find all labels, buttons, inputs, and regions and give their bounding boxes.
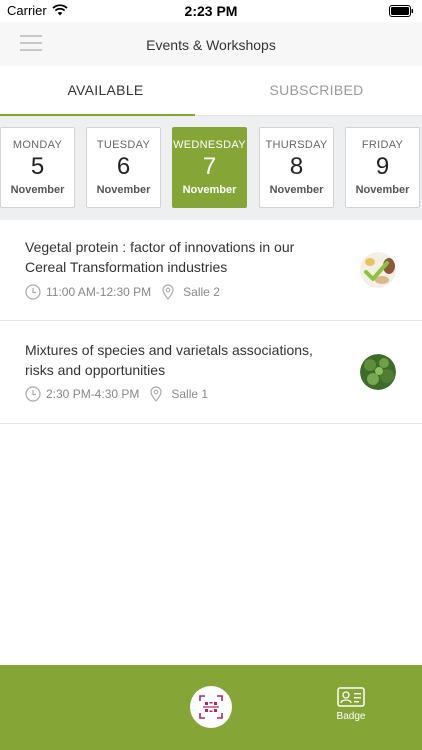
plants-thumbnail-icon xyxy=(360,354,396,390)
day-date: 6 xyxy=(116,153,131,180)
event-time: 2:30 PM-4:30 PM xyxy=(46,387,140,401)
day-card-wednesday[interactable]: WEDNESDAY 7 November xyxy=(172,127,247,208)
day-card-friday[interactable]: FRIDAY 9 November xyxy=(345,127,420,208)
day-date: 9 xyxy=(375,153,390,180)
day-weekday: THURSDAY xyxy=(265,139,328,151)
day-month: November xyxy=(355,184,410,196)
day-month: November xyxy=(182,184,237,196)
food-protein-thumbnail-icon xyxy=(360,252,396,288)
day-weekday: TUESDAY xyxy=(96,139,151,151)
day-month: November xyxy=(96,184,151,196)
event-title: Vegetal protein : factor of innovations … xyxy=(25,239,295,275)
badge-tab[interactable]: Badge xyxy=(322,687,380,722)
event-meta: 11:00 AM-12:30 PM Salle 2 xyxy=(25,284,220,300)
day-selector: MONDAY 5 November TUESDAY 6 November WED… xyxy=(0,116,422,220)
tab-available[interactable]: AVAILABLE xyxy=(0,66,211,116)
segment-tabs: AVAILABLE SUBSCRIBED xyxy=(0,66,422,116)
day-date: 5 xyxy=(30,153,45,180)
qr-code-icon xyxy=(199,695,223,719)
day-weekday: WEDNESDAY xyxy=(173,139,246,151)
day-month: November xyxy=(269,184,324,196)
clock-time: 2:23 PM xyxy=(184,3,238,19)
event-location: Salle 2 xyxy=(183,285,220,299)
day-weekday: FRIDAY xyxy=(361,139,404,151)
page-title: Events & Workshops xyxy=(146,37,276,53)
location-pin-icon xyxy=(150,386,162,402)
event-time: 11:00 AM-12:30 PM xyxy=(46,285,152,299)
event-list-item[interactable]: Mixtures of species and varietals associ… xyxy=(0,321,422,424)
badge-tab-label: Badge xyxy=(336,711,366,722)
location-pin-icon xyxy=(162,284,174,300)
bottom-tab-bar: Badge xyxy=(0,665,422,750)
day-card-thursday[interactable]: THURSDAY 8 November xyxy=(259,127,334,208)
event-title: Mixtures of species and varietals associ… xyxy=(25,342,313,378)
clock-icon xyxy=(25,284,41,300)
day-month: November xyxy=(10,184,65,196)
battery-icon xyxy=(389,5,414,17)
day-card-tuesday[interactable]: TUESDAY 6 November xyxy=(86,127,161,208)
badge-id-card-icon xyxy=(337,687,365,707)
event-meta: 2:30 PM-4:30 PM Salle 1 xyxy=(25,386,208,402)
event-list-item[interactable]: Vegetal protein : factor of innovations … xyxy=(0,220,422,321)
tab-subscribed[interactable]: SUBSCRIBED xyxy=(211,66,422,116)
day-weekday: MONDAY xyxy=(12,139,63,151)
day-date: 8 xyxy=(289,153,304,180)
status-bar: Carrier 2:23 PM xyxy=(0,0,422,22)
event-location: Salle 1 xyxy=(171,387,209,401)
day-card-monday[interactable]: MONDAY 5 November xyxy=(0,127,75,208)
qr-scan-button[interactable] xyxy=(190,686,232,728)
day-date: 7 xyxy=(202,153,217,180)
clock-icon xyxy=(25,386,41,402)
navigation-bar: Events & Workshops xyxy=(0,22,422,66)
